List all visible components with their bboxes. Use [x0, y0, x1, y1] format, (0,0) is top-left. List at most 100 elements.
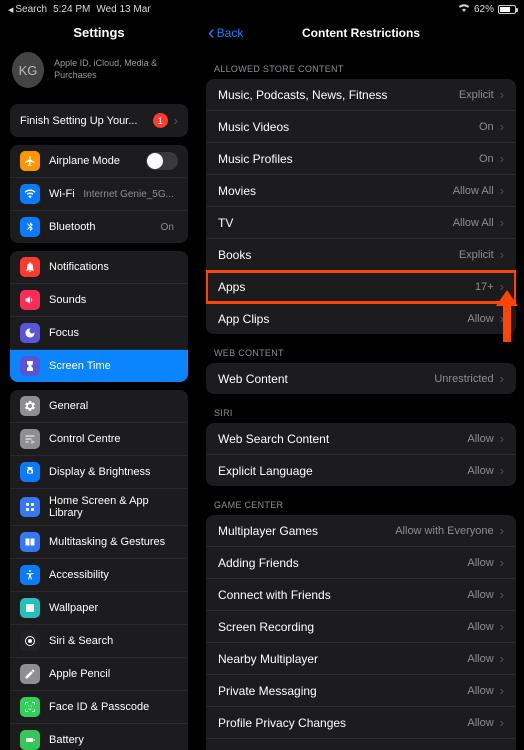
back-to-search[interactable]: Search	[8, 4, 47, 15]
chevron-right-icon: ›	[500, 683, 504, 698]
sidebar-item-siri-search[interactable]: Siri & Search	[10, 625, 188, 658]
chevron-right-icon: ›	[500, 247, 504, 262]
chevron-right-icon: ›	[500, 311, 504, 326]
setting-row-movies[interactable]: MoviesAllow All ›	[206, 175, 516, 207]
setting-value: Allow All	[453, 185, 494, 197]
setting-row-books[interactable]: BooksExplicit›	[206, 239, 516, 271]
page-title: Content Restrictions	[302, 26, 420, 40]
setting-row-private-messaging[interactable]: Private MessagingAllow›	[206, 675, 516, 707]
setting-row-explicit-language[interactable]: Explicit LanguageAllow›	[206, 455, 516, 486]
sidebar-item-label: Accessibility	[49, 569, 178, 581]
multitask-icon	[20, 532, 40, 552]
sidebar-item-label: Wi-Fi	[49, 188, 83, 200]
setting-label: Connect with Friends	[218, 588, 467, 602]
setting-label: Apps	[218, 280, 475, 294]
chevron-right-icon: ›	[500, 619, 504, 634]
sidebar-item-screen-time[interactable]: Screen Time	[10, 350, 188, 382]
sidebar-item-label: Apple Pencil	[49, 668, 178, 680]
sidebar-item-battery[interactable]: Battery	[10, 724, 188, 750]
avatar: KG	[12, 52, 44, 88]
setting-label: Books	[218, 248, 459, 262]
setting-row-music-videos[interactable]: Music VideosOn›	[206, 111, 516, 143]
setting-row-apps[interactable]: Apps17+›	[206, 271, 516, 303]
sidebar-item-face-id-passcode[interactable]: Face ID & Passcode	[10, 691, 188, 724]
setting-value: Allow	[467, 433, 493, 445]
setting-label: Adding Friends	[218, 556, 467, 570]
sidebar-item-label: Control Centre	[49, 433, 178, 445]
setting-row-profile-privacy-changes[interactable]: Profile Privacy ChangesAllow›	[206, 707, 516, 739]
sidebar-title: Settings	[0, 18, 198, 46]
back-button[interactable]: Back	[208, 26, 243, 40]
sidebar-item-wi-fi[interactable]: Wi-FiInternet Genie_5G...	[10, 178, 188, 211]
setting-row-adding-friends[interactable]: Adding FriendsAllow ›	[206, 547, 516, 579]
sidebar-item-label: Airplane Mode	[49, 155, 146, 167]
setting-value: Allow	[467, 465, 493, 477]
chevron-right-icon: ›	[500, 555, 504, 570]
sidebar-item-focus[interactable]: Focus	[10, 317, 188, 350]
sidebar-item-label: Display & Brightness	[49, 466, 178, 478]
setting-row-avatar-nickname-changes[interactable]: Avatar & Nickname ChangesAllow›	[206, 739, 516, 750]
gear-icon	[20, 396, 40, 416]
content-pane: Back Content Restrictions Allowed Store …	[198, 18, 524, 750]
sidebar-item-display-brightness[interactable]: Display & Brightness	[10, 456, 188, 489]
chevron-right-icon: ›	[500, 523, 504, 538]
setting-row-nearby-multiplayer[interactable]: Nearby MultiplayerAllow›	[206, 643, 516, 675]
setting-label: TV	[218, 216, 453, 230]
apple-id-row[interactable]: KG Apple ID, iCloud, Media & Purchases	[0, 46, 198, 98]
setting-row-web-search-content[interactable]: Web Search ContentAllow›	[206, 423, 516, 455]
setting-label: Music, Podcasts, News, Fitness	[218, 88, 459, 102]
chevron-right-icon: ›	[500, 371, 504, 386]
battery-icon	[20, 730, 40, 750]
sidebar-item-label: Sounds	[49, 294, 178, 306]
sidebar-item-label: Battery	[49, 734, 178, 746]
chevron-right-icon: ›	[500, 119, 504, 134]
switches-icon	[20, 429, 40, 449]
setting-label: Movies	[218, 184, 453, 198]
row-value: Internet Genie_5G...	[83, 189, 174, 200]
setting-value: On	[479, 121, 494, 133]
setting-row-connect-with-friends[interactable]: Connect with FriendsAllow›	[206, 579, 516, 611]
chevron-right-icon: ›	[500, 183, 504, 198]
sidebar-item-general[interactable]: General	[10, 390, 188, 423]
profile-sub: Apple ID, iCloud, Media & Purchases	[54, 58, 186, 81]
setting-row-screen-recording[interactable]: Screen RecordingAllow›	[206, 611, 516, 643]
sidebar-item-multitasking-gestures[interactable]: Multitasking & Gestures	[10, 526, 188, 559]
setting-row-tv[interactable]: TVAllow All›	[206, 207, 516, 239]
setting-row-music-profiles[interactable]: Music ProfilesOn›	[206, 143, 516, 175]
status-bar: Search 5:24 PM Wed 13 Mar 62%	[0, 0, 524, 18]
sidebar-item-wallpaper[interactable]: Wallpaper	[10, 592, 188, 625]
sidebar-item-notifications[interactable]: Notifications	[10, 251, 188, 284]
speaker-icon	[20, 290, 40, 310]
sidebar-item-apple-pencil[interactable]: Apple Pencil	[10, 658, 188, 691]
section-header: Siri	[198, 394, 524, 423]
setup-badge: 1	[153, 113, 168, 128]
display-icon	[20, 462, 40, 482]
hourglass-icon	[20, 356, 40, 376]
setting-row-app-clips[interactable]: App ClipsAllow›	[206, 303, 516, 334]
sidebar-item-bluetooth[interactable]: BluetoothOn	[10, 211, 188, 243]
sidebar-item-home-screen-app-library[interactable]: Home Screen & App Library	[10, 489, 188, 526]
toggle[interactable]	[146, 152, 178, 170]
chevron-right-icon: ›	[174, 113, 178, 128]
chevron-right-icon: ›	[500, 715, 504, 730]
setting-value: Allow	[467, 589, 493, 601]
battery-icon	[498, 5, 516, 14]
home-icon	[20, 497, 40, 517]
settings-sidebar: Settings KG Apple ID, iCloud, Media & Pu…	[0, 18, 198, 750]
accessibility-icon	[20, 565, 40, 585]
finish-setup-row[interactable]: Finish Setting Up Your... 1 ›	[10, 104, 188, 137]
setting-value: Allow	[467, 621, 493, 633]
sidebar-item-control-centre[interactable]: Control Centre	[10, 423, 188, 456]
sidebar-item-airplane-mode[interactable]: Airplane Mode	[10, 145, 188, 178]
setting-label: Private Messaging	[218, 684, 467, 698]
sidebar-item-sounds[interactable]: Sounds	[10, 284, 188, 317]
status-time: 5:24 PM	[53, 4, 90, 15]
setting-row-music-podcasts-news-fitness[interactable]: Music, Podcasts, News, FitnessExplicit›	[206, 79, 516, 111]
setting-label: Nearby Multiplayer	[218, 652, 467, 666]
setting-row-multiplayer-games[interactable]: Multiplayer GamesAllow with Everyone›	[206, 515, 516, 547]
chevron-right-icon: ›	[500, 651, 504, 666]
sidebar-item-accessibility[interactable]: Accessibility	[10, 559, 188, 592]
setting-row-web-content[interactable]: Web ContentUnrestricted›	[206, 363, 516, 394]
setting-value: Allow	[467, 557, 493, 569]
sidebar-item-label: Siri & Search	[49, 635, 178, 647]
